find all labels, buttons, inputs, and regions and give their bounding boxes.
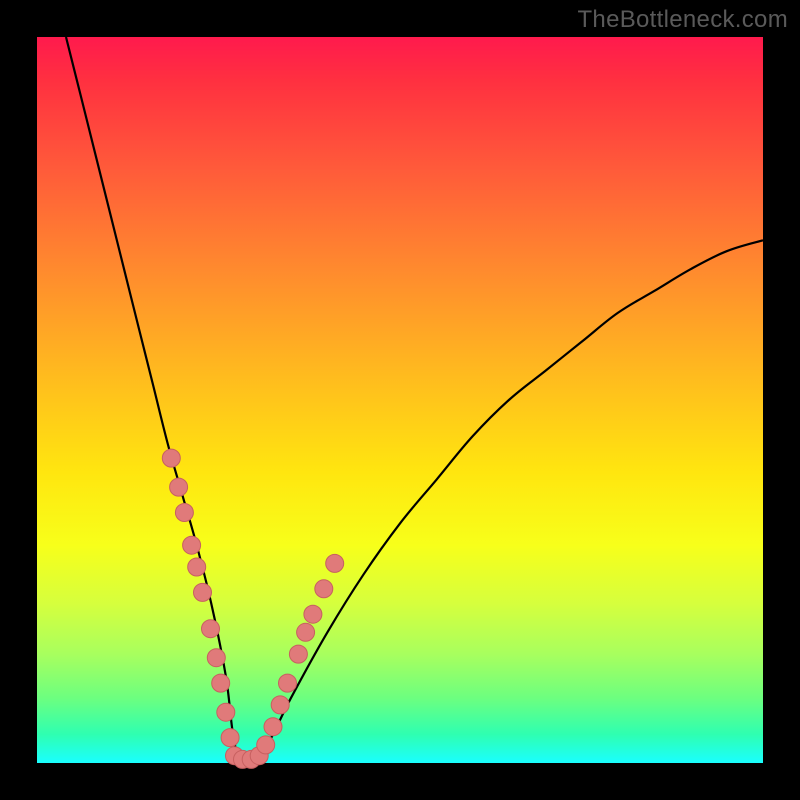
curve-marker [194,583,212,601]
curve-marker [289,645,307,663]
curve-marker [212,674,230,692]
curve-marker [264,718,282,736]
watermark-text: TheBottleneck.com [577,6,788,34]
curve-marker [162,449,180,467]
bottleneck-curve [66,37,763,762]
curve-marker [279,674,297,692]
curve-marker [304,605,322,623]
curve-marker [315,580,333,598]
curve-marker [207,649,225,667]
curve-marker [326,554,344,572]
curve-marker [257,736,275,754]
curve-marker [188,558,206,576]
chart-plot-area [37,37,763,763]
outer-frame: TheBottleneck.com [0,0,800,800]
curve-marker [170,478,188,496]
curve-marker [175,504,193,522]
curve-marker [183,536,201,554]
curve-markers [162,449,343,768]
chart-svg [37,37,763,763]
curve-marker [297,623,315,641]
curve-marker [271,696,289,714]
curve-marker [202,620,220,638]
curve-marker [221,729,239,747]
curve-marker [217,703,235,721]
